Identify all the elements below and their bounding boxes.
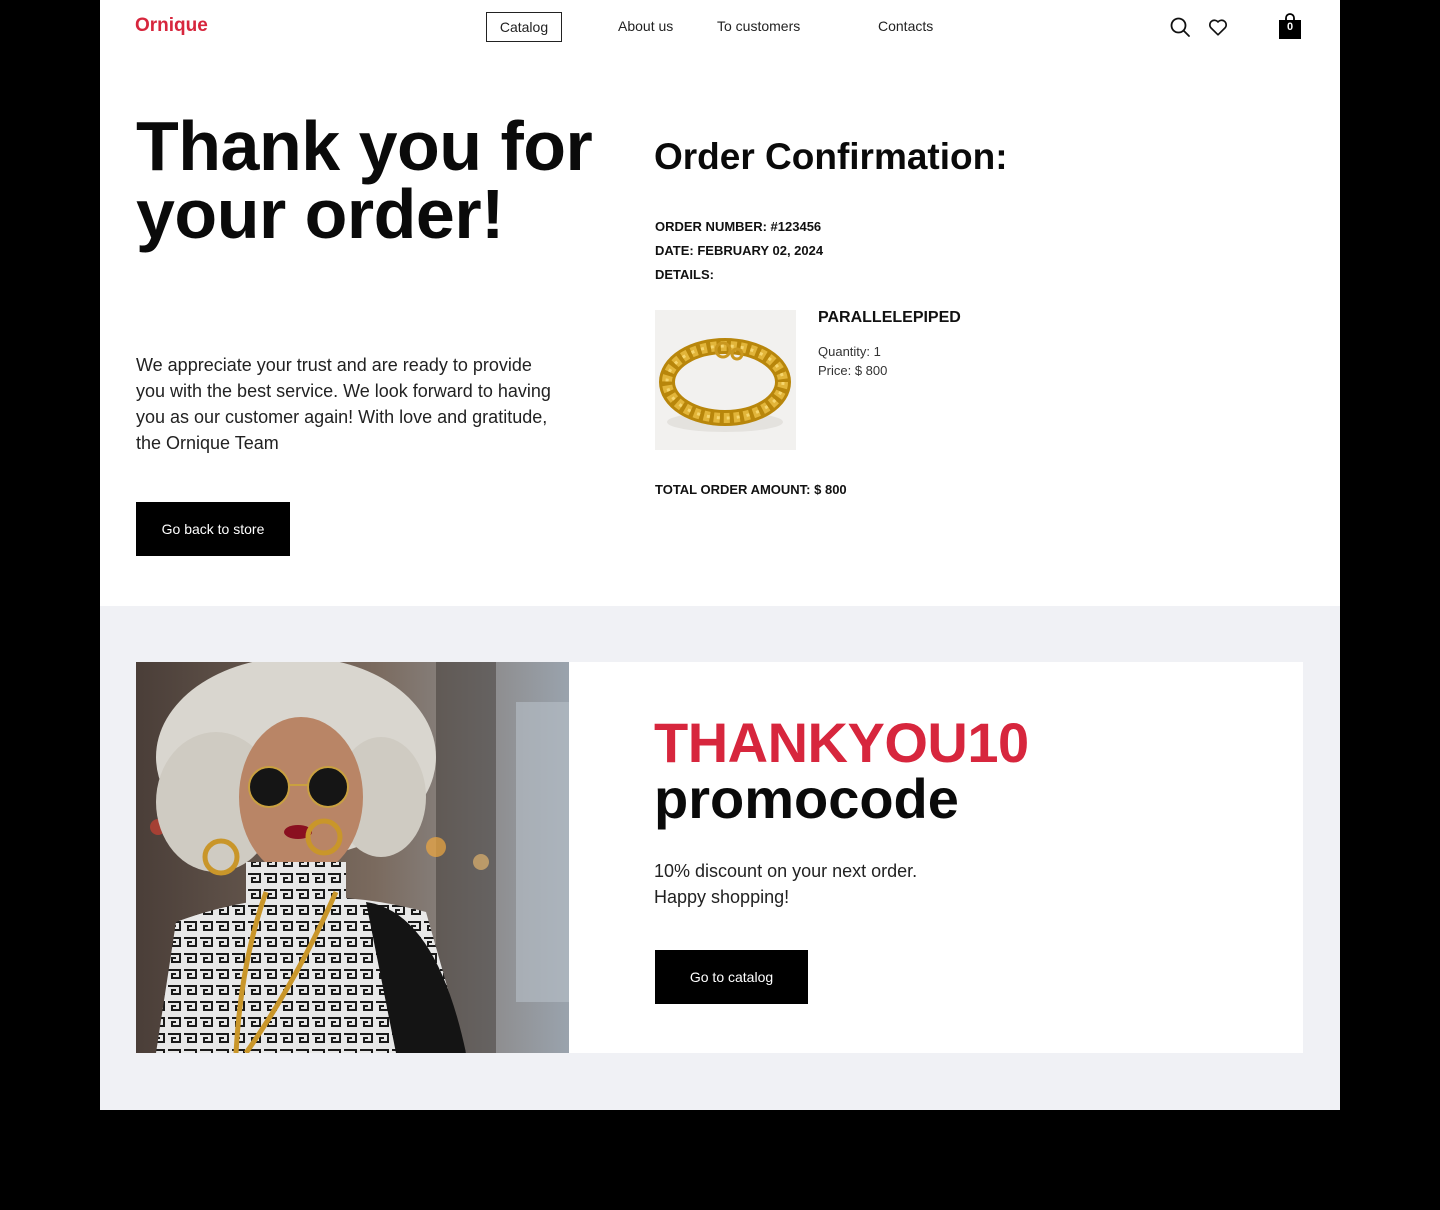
nav-about-us[interactable]: About us: [618, 18, 673, 34]
product-price: Price: $ 800: [818, 363, 888, 378]
nav-catalog[interactable]: Catalog: [486, 12, 562, 42]
order-number: ORDER NUMBER: #123456: [655, 219, 822, 234]
product-image-bracelet[interactable]: [655, 310, 796, 450]
cart-icon[interactable]: 0: [1278, 12, 1302, 40]
promo-description-line-2: Happy shopping!: [654, 887, 790, 907]
cart-count-badge: 0: [1286, 21, 1294, 33]
nav-contacts[interactable]: Contacts: [878, 18, 933, 34]
order-confirmation-title: Order Confirmation:: [654, 136, 1008, 177]
heart-icon[interactable]: [1207, 16, 1229, 38]
promo-description-line-1: 10% discount on your next order.: [654, 861, 918, 881]
thank-you-heading: Thank you for your order!: [136, 107, 593, 253]
order-total: TOTAL ORDER AMOUNT: $ 800: [655, 482, 847, 497]
promo-photo-woman: [136, 662, 569, 1053]
go-back-to-store-button[interactable]: Go back to store: [136, 502, 290, 556]
site-logo[interactable]: Ornique: [135, 15, 208, 37]
search-icon[interactable]: [1169, 16, 1191, 38]
promo-description: 10% discount on your next order. Happy s…: [654, 858, 1014, 910]
product-name[interactable]: PARALLELEPIPED: [818, 309, 961, 327]
nav-to-customers[interactable]: To customers: [717, 18, 800, 34]
order-date: DATE: FEBRUARY 02, 2024: [655, 243, 824, 258]
site-header: Ornique Catalog About us To customers Co…: [100, 0, 1340, 54]
promo-card: THANKYOU10 promocode 10% discount on you…: [136, 662, 1303, 1053]
promo-code-label: promocode: [654, 767, 959, 830]
product-quantity: Quantity: 1: [818, 344, 881, 359]
thank-you-message: We appreciate your trust and are ready t…: [136, 355, 551, 453]
go-to-catalog-button[interactable]: Go to catalog: [655, 950, 808, 1004]
page: Ornique Catalog About us To customers Co…: [100, 0, 1340, 1110]
order-details-label: DETAILS:: [655, 267, 714, 282]
promo-section: THANKYOU10 promocode 10% discount on you…: [100, 606, 1340, 1110]
